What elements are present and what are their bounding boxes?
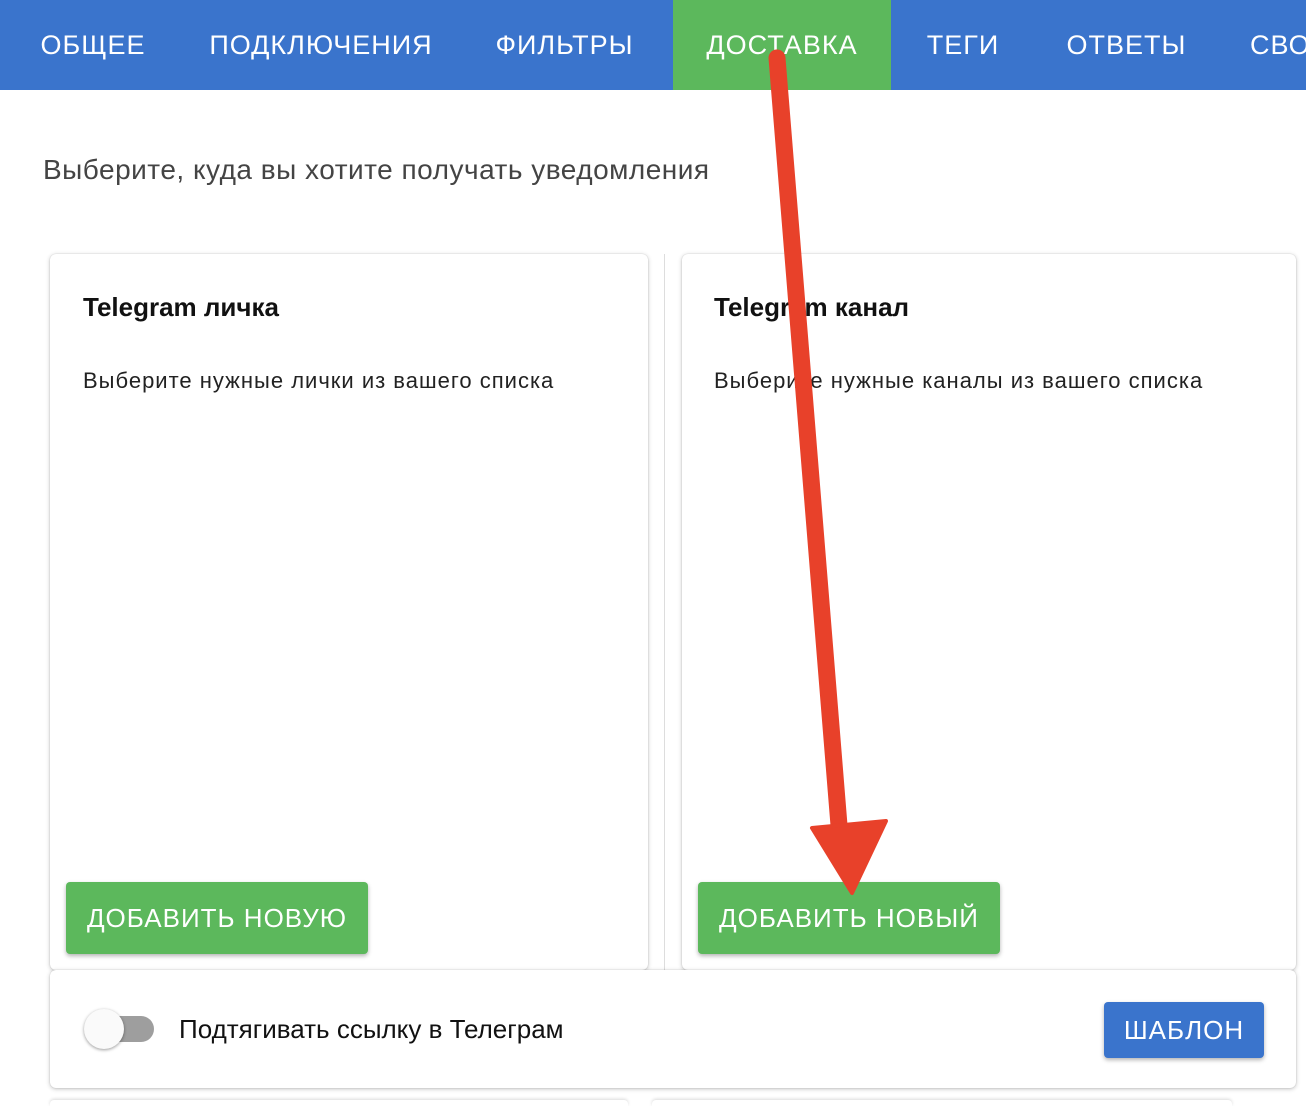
next-card-edge xyxy=(50,1100,628,1106)
add-channel-button[interactable]: ДОБАВИТЬ НОВЫЙ xyxy=(698,882,1000,954)
card-title: Telegram личка xyxy=(83,292,279,322)
tab-delivery[interactable]: ДОСТАВКА xyxy=(673,0,891,90)
telegram-link-options: Подтягивать ссылку в Телеграм ШАБЛОН xyxy=(50,970,1296,1088)
tab-replies[interactable]: ОТВЕТЫ xyxy=(1035,0,1218,90)
telegram-private-card: Telegram личка Выберите нужные лички из … xyxy=(50,254,648,970)
tab-general[interactable]: ОБЩЕЕ xyxy=(0,0,186,90)
tab-tags[interactable]: ТЕГИ xyxy=(891,0,1035,90)
tab-connections[interactable]: ПОДКЛЮЧЕНИЯ xyxy=(186,0,456,90)
template-button[interactable]: ШАБЛОН xyxy=(1104,1002,1264,1058)
tab-bar: ОБЩЕЕ ПОДКЛЮЧЕНИЯ ФИЛЬТРЫ ДОСТАВКА ТЕГИ … xyxy=(0,0,1306,90)
pull-link-toggle[interactable] xyxy=(84,1009,154,1049)
tab-overflow-partial[interactable]: СВО xyxy=(1218,0,1306,90)
card-description: Выберите нужные лички из вашего списка xyxy=(83,368,555,393)
telegram-channel-card: Telegram канал Выберите нужные каналы из… xyxy=(682,254,1296,970)
tab-filters[interactable]: ФИЛЬТРЫ xyxy=(456,0,673,90)
pull-link-label: Подтягивать ссылку в Телеграм xyxy=(179,1014,564,1044)
next-card-edge xyxy=(652,1100,1232,1106)
card-title: Telegram канал xyxy=(714,292,910,322)
toggle-knob xyxy=(84,1009,124,1049)
column-divider xyxy=(664,254,665,970)
add-private-chat-button[interactable]: ДОБАВИТЬ НОВУЮ xyxy=(66,882,368,954)
page-subtitle: Выберите, куда вы хотите получать уведом… xyxy=(43,154,710,185)
card-description: Выберите нужные каналы из вашего списка xyxy=(714,368,1204,393)
